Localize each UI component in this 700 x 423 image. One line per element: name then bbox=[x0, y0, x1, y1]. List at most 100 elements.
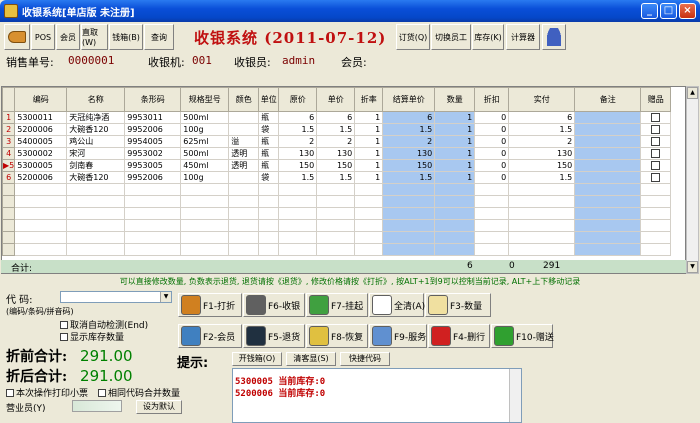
cell-code[interactable]: 5200006 bbox=[14, 171, 68, 184]
cell-disc[interactable]: 0 bbox=[474, 171, 510, 184]
minimize-button[interactable]: _ bbox=[641, 3, 658, 19]
cell-disc[interactable]: 0 bbox=[474, 123, 510, 136]
suspend-button[interactable]: F7-挂起 bbox=[306, 293, 368, 317]
key-button[interactable] bbox=[4, 24, 30, 50]
cell-code[interactable]: 5300005 bbox=[14, 159, 68, 172]
cell-orig[interactable]: 130 bbox=[278, 147, 318, 160]
cell-color[interactable]: 溢 bbox=[228, 135, 260, 148]
cell-spec[interactable]: 500ml bbox=[180, 147, 230, 160]
table-row[interactable]: ▶5 5300005 剑南春 9953005 450ml 透明瓶 150 150 1 150 1 0 1… bbox=[2, 159, 672, 172]
cell-gift[interactable] bbox=[640, 123, 672, 136]
merge-qty-checkbox[interactable]: 相同代码合并数量 bbox=[98, 386, 180, 399]
gift-checkbox[interactable] bbox=[651, 113, 661, 122]
cell-paid[interactable]: 1.5 bbox=[508, 123, 576, 136]
order-goods-button[interactable]: 订货(Q) bbox=[396, 24, 430, 50]
cell-qty[interactable]: 1 bbox=[434, 111, 476, 124]
cell-barcode[interactable]: 9952006 bbox=[124, 123, 182, 136]
cell-name[interactable]: 天冠纯净酒 bbox=[66, 111, 126, 124]
member-button[interactable]: F2-会员 bbox=[178, 324, 242, 348]
cell-rate[interactable]: 1 bbox=[354, 147, 384, 160]
cell-code[interactable]: 5300002 bbox=[14, 147, 68, 160]
cell-rate[interactable]: 1 bbox=[354, 135, 384, 148]
cell-barcode[interactable]: 9953005 bbox=[124, 159, 182, 172]
cell-spec[interactable]: 500ml bbox=[180, 111, 230, 124]
gift-checkbox[interactable] bbox=[651, 137, 661, 146]
cell-barcode[interactable]: 9953011 bbox=[124, 111, 182, 124]
col-paid[interactable]: 实付 bbox=[508, 87, 576, 112]
service-button[interactable]: F9-服务 bbox=[369, 324, 427, 348]
cell-color[interactable] bbox=[228, 171, 260, 184]
cell-name[interactable]: 宋河 bbox=[66, 147, 126, 160]
delete-row-button[interactable]: F4-删行 bbox=[428, 324, 490, 348]
cell-price[interactable]: 6 bbox=[316, 111, 356, 124]
cell-settle[interactable]: 6 bbox=[382, 111, 436, 124]
chevron-down-icon[interactable]: ▼ bbox=[160, 292, 171, 302]
cell-disc[interactable]: 0 bbox=[474, 135, 510, 148]
cell-spec[interactable]: 100g bbox=[180, 123, 230, 136]
sales-table[interactable]: 编码 名称 条形码 规格型号 颜色 单位 原价 单价 折率 结算单价 数量 折扣… bbox=[1, 86, 686, 274]
message-scrollbar[interactable] bbox=[509, 369, 521, 422]
cell-settle[interactable]: 1.5 bbox=[382, 123, 436, 136]
cell-unit[interactable]: 瓶 bbox=[258, 159, 280, 172]
cell-rate[interactable]: 1 bbox=[354, 111, 384, 124]
quick-code-button[interactable]: 快捷代码 bbox=[340, 352, 390, 366]
col-color[interactable]: 颜色 bbox=[228, 87, 260, 112]
col-settle-price[interactable]: 结算单价 bbox=[382, 87, 436, 112]
cell-qty[interactable]: 1 bbox=[434, 171, 476, 184]
table-row[interactable]: 2 5200006 大碗香120 9952006 100g 袋 1.5 1.5 1 1.5 1 0 1.… bbox=[2, 123, 672, 136]
pos-button[interactable]: POS bbox=[31, 24, 55, 50]
row-marker[interactable]: 3 bbox=[2, 135, 16, 148]
cash-drawer-button[interactable]: 钱箱(B) bbox=[109, 24, 143, 50]
calculator-button[interactable]: 计算器 bbox=[506, 24, 540, 50]
cell-gift[interactable] bbox=[640, 111, 672, 124]
cell-spec[interactable]: 450ml bbox=[180, 159, 230, 172]
cell-price[interactable]: 1.5 bbox=[316, 123, 356, 136]
table-row[interactable]: 1 5300011 天冠纯净酒 9953011 500ml 瓶 6 6 1 6 1 0 6 bbox=[2, 111, 672, 124]
cell-settle[interactable]: 2 bbox=[382, 135, 436, 148]
cell-gift[interactable] bbox=[640, 135, 672, 148]
row-marker[interactable]: 1 bbox=[2, 111, 16, 124]
cell-unit[interactable]: 袋 bbox=[258, 171, 280, 184]
cell-color[interactable]: 透明 bbox=[228, 147, 260, 160]
gift-checkbox[interactable] bbox=[651, 149, 661, 158]
gift-checkbox[interactable] bbox=[651, 161, 661, 170]
col-rate[interactable]: 折率 bbox=[354, 87, 384, 112]
cell-barcode[interactable]: 9952006 bbox=[124, 171, 182, 184]
cell-qty[interactable]: 1 bbox=[434, 159, 476, 172]
cell-rate[interactable]: 1 bbox=[354, 123, 384, 136]
quantity-button[interactable]: F3-数量 bbox=[425, 293, 491, 317]
cell-paid[interactable]: 1.5 bbox=[508, 171, 576, 184]
switch-employee-button[interactable]: 切换员工 bbox=[431, 24, 471, 50]
user-button[interactable] bbox=[542, 24, 566, 50]
cell-orig[interactable]: 1.5 bbox=[278, 171, 318, 184]
cell-remark[interactable] bbox=[574, 123, 642, 136]
stock-button[interactable]: 库存(K) bbox=[472, 24, 504, 50]
cell-paid[interactable]: 6 bbox=[508, 111, 576, 124]
cell-name[interactable]: 大碗香120 bbox=[66, 123, 126, 136]
fetch-button[interactable]: 直取(W) bbox=[81, 24, 108, 50]
cell-disc[interactable]: 0 bbox=[474, 147, 510, 160]
col-discount[interactable]: 折扣 bbox=[474, 87, 510, 112]
discount-button[interactable]: F1-打折 bbox=[178, 293, 242, 317]
cell-remark[interactable] bbox=[574, 147, 642, 160]
cell-spec[interactable]: 625ml bbox=[180, 135, 230, 148]
row-marker[interactable]: ▶5 bbox=[2, 159, 16, 172]
col-unit[interactable]: 单位 bbox=[258, 87, 280, 112]
resume-button[interactable]: F8-恢复 bbox=[306, 324, 368, 348]
cell-paid[interactable]: 2 bbox=[508, 135, 576, 148]
cell-barcode[interactable]: 9954005 bbox=[124, 135, 182, 148]
table-scrollbar[interactable]: ▲ ▼ bbox=[686, 86, 699, 274]
col-qty[interactable]: 数量 bbox=[434, 87, 476, 112]
cell-gift[interactable] bbox=[640, 159, 672, 172]
cell-spec[interactable]: 100g bbox=[180, 171, 230, 184]
col-remark[interactable]: 备注 bbox=[574, 87, 642, 112]
cell-orig[interactable]: 6 bbox=[278, 111, 318, 124]
scroll-down-arrow-icon[interactable]: ▼ bbox=[687, 261, 698, 273]
col-gift[interactable]: 赠品 bbox=[640, 87, 672, 112]
cell-disc[interactable]: 0 bbox=[474, 159, 510, 172]
cell-color[interactable]: 透明 bbox=[228, 159, 260, 172]
row-marker[interactable]: 6 bbox=[2, 171, 16, 184]
cell-name[interactable]: 剑南春 bbox=[66, 159, 126, 172]
cell-orig[interactable]: 1.5 bbox=[278, 123, 318, 136]
cell-unit[interactable]: 瓶 bbox=[258, 147, 280, 160]
